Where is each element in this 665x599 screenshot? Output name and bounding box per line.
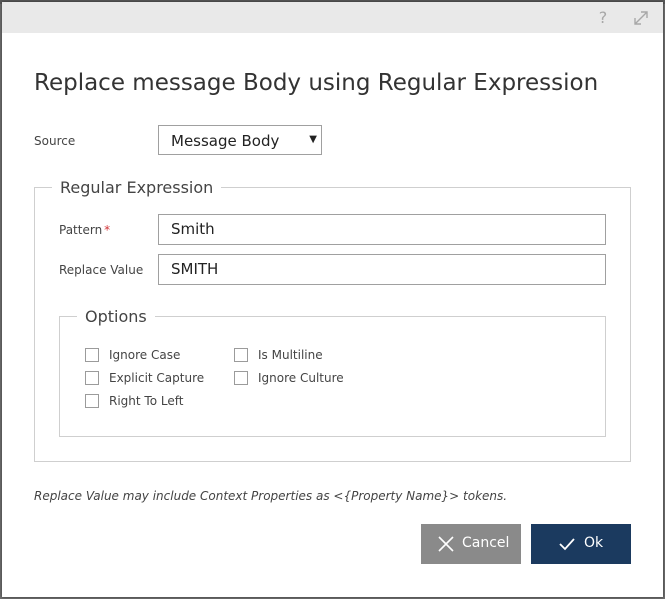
regex-replace-dialog: ? Replace message Body using Regular Exp… bbox=[2, 2, 663, 597]
checkbox-box[interactable] bbox=[85, 371, 99, 385]
dropdown-arrow-icon: ▼ bbox=[309, 134, 317, 145]
cancel-button[interactable]: Cancel bbox=[421, 524, 521, 564]
source-select-value: Message Body bbox=[171, 132, 280, 150]
dialog-title: Replace message Body using Regular Expre… bbox=[34, 70, 599, 96]
replace-value-label: Replace Value bbox=[59, 263, 144, 277]
context-properties-note: Replace Value may include Context Proper… bbox=[34, 489, 508, 503]
ignore-culture-label[interactable]: Ignore Culture bbox=[258, 371, 344, 385]
ignore-case-label[interactable]: Ignore Case bbox=[109, 348, 180, 362]
dialog-titlebar: ? bbox=[2, 2, 663, 33]
pattern-input[interactable]: Smith bbox=[158, 214, 606, 245]
checkmark-icon bbox=[559, 538, 575, 551]
close-icon bbox=[438, 536, 454, 552]
ok-button-label: Ok bbox=[584, 535, 604, 551]
checkbox-box[interactable] bbox=[85, 348, 99, 362]
regular-expression-legend: Regular Expression bbox=[60, 178, 214, 197]
cancel-button-label: Cancel bbox=[462, 535, 510, 551]
ok-button[interactable]: Ok bbox=[531, 524, 631, 564]
required-marker: * bbox=[104, 223, 111, 237]
checkbox-box[interactable] bbox=[85, 394, 99, 408]
source-label: Source bbox=[34, 134, 76, 148]
options-legend: Options bbox=[85, 307, 147, 326]
expand-icon[interactable] bbox=[631, 8, 651, 28]
is-multiline-label[interactable]: Is Multiline bbox=[258, 348, 323, 362]
right-to-left-label[interactable]: Right To Left bbox=[109, 394, 183, 408]
help-icon[interactable]: ? bbox=[594, 8, 612, 28]
source-select[interactable]: Message Body ▼ bbox=[158, 125, 322, 155]
checkbox-box[interactable] bbox=[234, 348, 248, 362]
pattern-label: Pattern * bbox=[59, 223, 111, 237]
replace-value-input[interactable]: SMITH bbox=[158, 254, 606, 285]
explicit-capture-label[interactable]: Explicit Capture bbox=[109, 371, 204, 385]
checkbox-box[interactable] bbox=[234, 371, 248, 385]
